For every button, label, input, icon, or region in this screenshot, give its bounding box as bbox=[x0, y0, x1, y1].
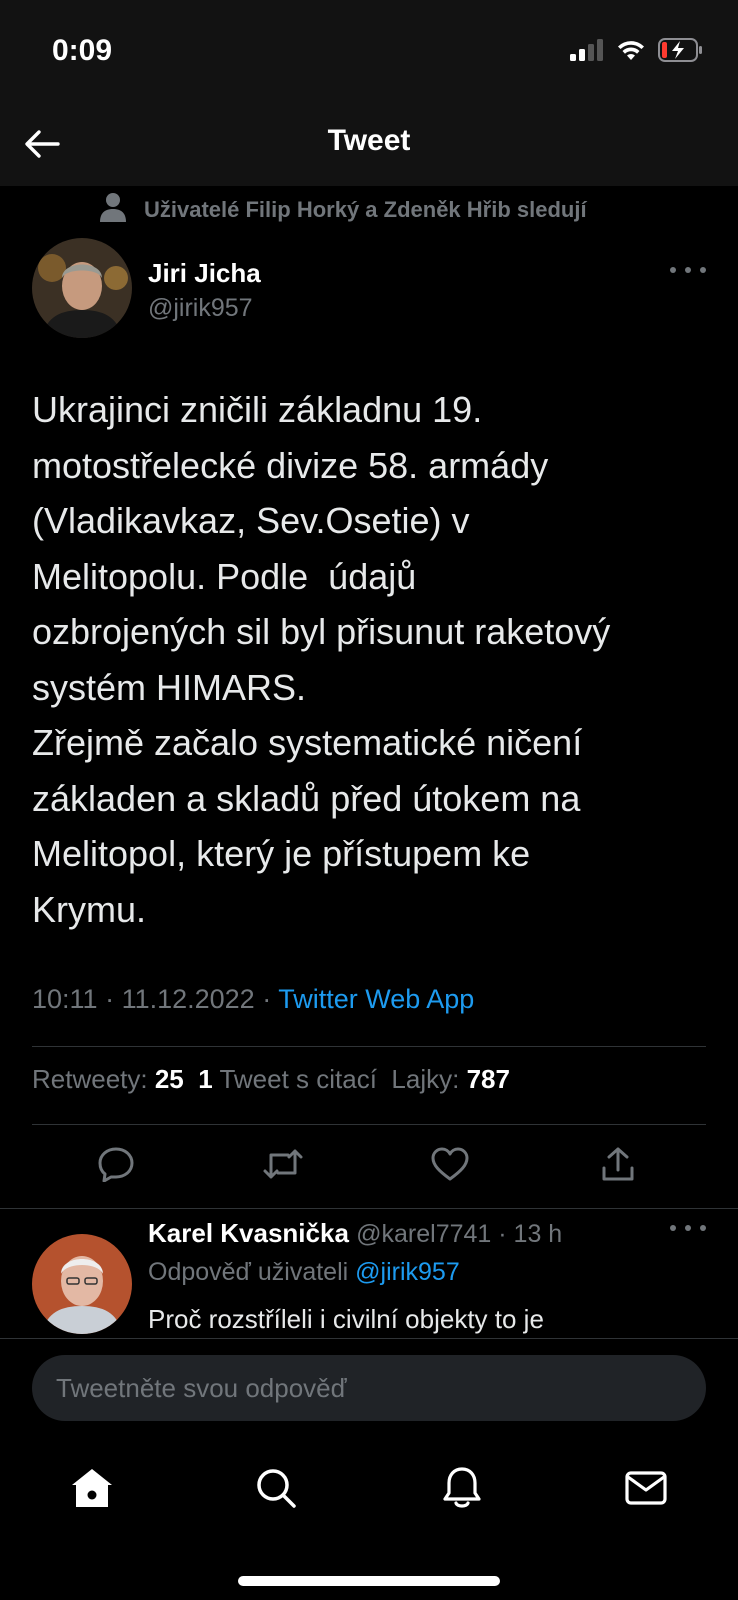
retweets-stat[interactable]: Retweety: 25 bbox=[32, 1064, 184, 1094]
status-icons bbox=[570, 38, 704, 67]
bell-icon bbox=[442, 1466, 482, 1515]
tweet-source[interactable]: Twitter Web App bbox=[278, 984, 474, 1014]
reply-button[interactable] bbox=[92, 1142, 140, 1190]
tab-bar bbox=[0, 1430, 738, 1600]
replying-to-label: Odpověď uživateli bbox=[148, 1258, 349, 1286]
social-context[interactable]: Uživatelé Filip Horký a Zdeněk Hřib sled… bbox=[100, 192, 587, 228]
divider bbox=[32, 1046, 706, 1047]
tab-notifications[interactable] bbox=[436, 1464, 488, 1516]
wifi-icon bbox=[616, 39, 646, 66]
mail-icon bbox=[625, 1470, 667, 1511]
social-context-text: Uživatelé Filip Horký a Zdeněk Hřib sled… bbox=[144, 197, 587, 222]
more-options-button[interactable] bbox=[670, 260, 706, 280]
reply-author: Karel Kvasnička @karel7741 · 13 h bbox=[148, 1218, 563, 1248]
divider bbox=[32, 1124, 706, 1125]
likes-label: Lajky: bbox=[391, 1064, 460, 1094]
replying-to-mention[interactable]: @jirik957 bbox=[355, 1258, 460, 1286]
home-icon bbox=[70, 1467, 114, 1514]
like-icon bbox=[431, 1147, 469, 1186]
person-icon bbox=[100, 192, 126, 228]
tab-search[interactable] bbox=[250, 1464, 302, 1516]
tweet-text: Ukrajinci zničili základnu 19. motostřel… bbox=[32, 389, 611, 930]
retweets-count: 25 bbox=[154, 1064, 184, 1094]
quotes-label: Tweet s citací bbox=[219, 1064, 377, 1094]
tweet-stats: Retweety: 25 1 Tweet s citací Lajky: 787 bbox=[32, 1064, 510, 1095]
tab-messages[interactable] bbox=[620, 1464, 672, 1516]
replying-to: Odpověď uživateli @jirik957 bbox=[148, 1258, 460, 1287]
reply-tweet[interactable]: Karel Kvasnička @karel7741 · 13 h Odpově… bbox=[0, 1186, 738, 1338]
like-button[interactable] bbox=[426, 1142, 474, 1190]
status-time: 0:09 bbox=[52, 34, 113, 67]
retweet-button[interactable] bbox=[259, 1142, 307, 1190]
battery-charging-icon bbox=[658, 38, 704, 67]
quotes-stat[interactable]: 1 Tweet s citací bbox=[198, 1064, 377, 1094]
reply-compose-input[interactable] bbox=[32, 1355, 706, 1421]
reply-author-handle[interactable]: @karel7741 bbox=[356, 1220, 491, 1248]
quotes-count: 1 bbox=[198, 1064, 213, 1094]
share-button[interactable] bbox=[594, 1142, 642, 1190]
reply-avatar[interactable] bbox=[32, 1234, 132, 1334]
nav-bar: Tweet bbox=[0, 110, 738, 186]
reply-author-name[interactable]: Karel Kvasnička bbox=[148, 1218, 349, 1248]
author-name[interactable]: Jiri Jicha bbox=[148, 258, 261, 289]
author-avatar[interactable] bbox=[32, 238, 132, 338]
compose-bar bbox=[0, 1338, 738, 1428]
share-icon bbox=[600, 1146, 636, 1187]
tweet-time[interactable]: 10:11 bbox=[32, 984, 98, 1014]
page-title: Tweet bbox=[327, 124, 411, 157]
reply-more-options-button[interactable] bbox=[670, 1218, 706, 1238]
tweet-date[interactable]: 11.12.2022 bbox=[122, 984, 255, 1014]
tweet-meta: 10:11 · 11.12.2022 · Twitter Web App bbox=[32, 984, 475, 1014]
home-indicator[interactable] bbox=[238, 1576, 500, 1586]
signal-icon bbox=[570, 39, 604, 66]
search-icon bbox=[255, 1467, 297, 1514]
tab-home[interactable] bbox=[66, 1464, 118, 1516]
reply-time: 13 h bbox=[513, 1220, 563, 1248]
retweet-icon bbox=[262, 1147, 304, 1186]
likes-count: 787 bbox=[466, 1064, 510, 1094]
reply-icon bbox=[97, 1146, 135, 1187]
status-bar: 0:09 bbox=[0, 0, 738, 110]
author-handle[interactable]: @jirik957 bbox=[148, 294, 253, 323]
retweets-label: Retweety: bbox=[32, 1064, 148, 1094]
likes-stat[interactable]: Lajky: 787 bbox=[391, 1064, 510, 1094]
reply-text: Proč rozstříleli i civilní objekty to je bbox=[148, 1304, 544, 1334]
